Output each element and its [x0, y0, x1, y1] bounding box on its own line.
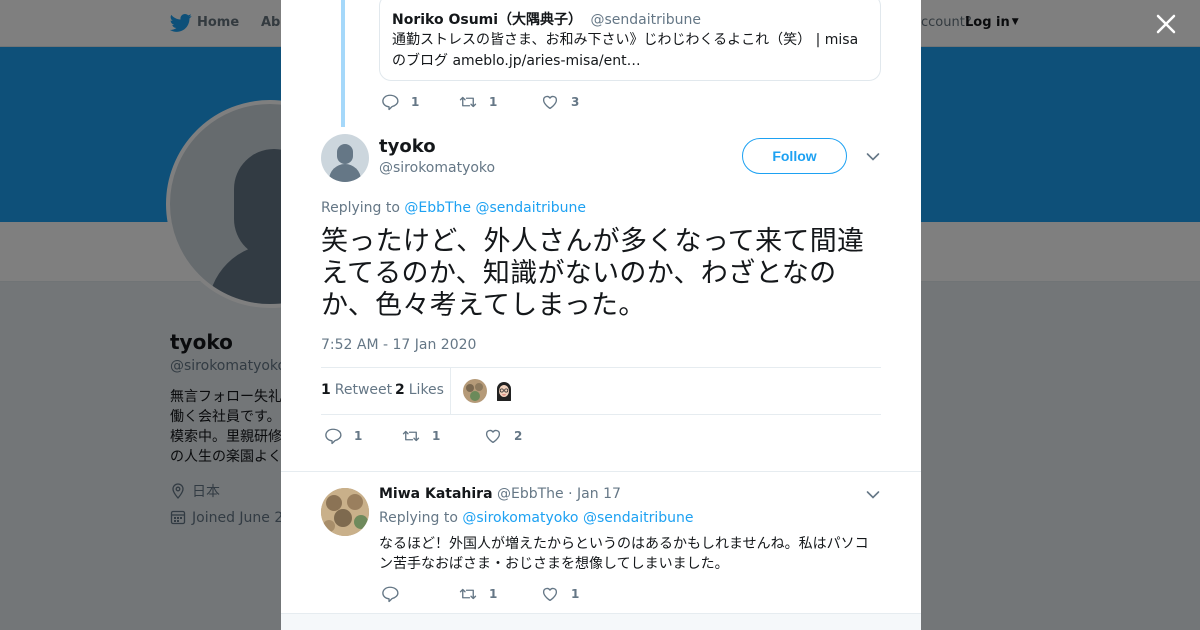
close-icon[interactable]: [1154, 12, 1178, 36]
tweet-timestamp[interactable]: 7:52 AM - 17 Jan 2020: [321, 337, 476, 353]
mention-link[interactable]: @EbbThe: [404, 200, 471, 216]
heart-icon: [542, 95, 558, 110]
quoted-tweet-card[interactable]: Noriko Osumi（大隅典子） @sendaitribune 通勤ストレス…: [379, 0, 881, 81]
retweet-count: 1: [432, 429, 441, 443]
author-name[interactable]: tyoko: [379, 136, 436, 157]
main-tweet-actions: 1 1 2: [324, 426, 546, 446]
liker-avatar[interactable]: [463, 379, 487, 403]
parent-tweet-actions: 1 1 3: [381, 92, 603, 112]
like-button[interactable]: 3: [541, 93, 579, 111]
liker-avatar[interactable]: [492, 379, 516, 403]
tweet-stats: 1 Retweet 2 Likes: [321, 367, 881, 415]
reply-replying-to: Replying to @sirokomatyoko @sendaitribun…: [379, 510, 693, 526]
quoted-tweet-author-name: Noriko Osumi（大隅典子）: [392, 12, 583, 28]
reply-icon: [382, 94, 399, 111]
reply-author-handle[interactable]: @EbbThe: [497, 486, 564, 502]
tweet-permalink-modal: Noriko Osumi（大隅典子） @sendaitribune 通勤ストレス…: [281, 0, 921, 630]
replies-divider: [281, 471, 921, 472]
author-avatar[interactable]: [321, 134, 369, 182]
author-handle[interactable]: @sirokomatyoko: [379, 160, 495, 176]
likes-stat-count: 2: [395, 382, 405, 398]
replying-to-label: Replying to: [321, 200, 400, 216]
replying-to-label: Replying to: [379, 510, 458, 526]
reply-icon: [382, 586, 399, 603]
likes-stat-label: Likes: [408, 382, 444, 398]
reply-icon: [325, 428, 342, 445]
likes-stat[interactable]: 2 Likes: [395, 382, 444, 398]
replying-to: Replying to @EbbThe @sendaitribune: [321, 200, 586, 216]
like-button[interactable]: 2: [484, 427, 522, 445]
reply-count: 1: [411, 95, 420, 109]
retweet-count: 1: [489, 587, 498, 601]
quoted-tweet-text: 通勤ストレスの皆さま、お和み下さい》じわじわくるよこれ（笑） | misaのブロ…: [392, 32, 859, 69]
like-count: 1: [571, 587, 580, 601]
quoted-tweet-author-handle: @sendaitribune: [590, 12, 702, 28]
chevron-down-icon[interactable]: [865, 149, 881, 165]
conversation-thread-line: [341, 0, 345, 127]
reply-header: Miwa Katahira @EbbThe · Jan 17: [379, 486, 621, 502]
reply-separator: ·: [568, 486, 573, 502]
stats-divider: [450, 368, 451, 414]
reply-count: 1: [354, 429, 363, 443]
retweet-stat-count: 1: [321, 382, 331, 398]
retweet-icon: [402, 430, 420, 442]
retweet-count: 1: [489, 95, 498, 109]
follow-button[interactable]: Follow: [742, 138, 847, 174]
chevron-down-icon[interactable]: [865, 487, 881, 503]
retweet-button[interactable]: 1: [459, 93, 517, 111]
heart-icon: [485, 429, 501, 444]
mention-link[interactable]: @sendaitribune: [476, 200, 587, 216]
modal-footer-strip: [281, 613, 921, 630]
mention-link[interactable]: @sirokomatyoko: [462, 510, 578, 526]
retweet-icon: [459, 588, 477, 600]
like-count: 3: [571, 95, 580, 109]
reply-date[interactable]: Jan 17: [577, 486, 621, 502]
retweet-button[interactable]: 1: [402, 427, 460, 445]
heart-icon: [542, 587, 558, 602]
reply-button[interactable]: 1: [324, 427, 378, 445]
reply-tweet-actions: 1 1: [381, 584, 603, 604]
retweet-button[interactable]: 1: [459, 585, 517, 603]
reply-author-avatar[interactable]: [321, 488, 369, 536]
reply-button[interactable]: 1: [381, 93, 435, 111]
retweet-stat[interactable]: 1 Retweet: [321, 382, 392, 398]
mention-link[interactable]: @sendaitribune: [583, 510, 694, 526]
reply-tweet-text: なるほど！外国人が増えたからというのはあるかもしれませんね。私はパソコン苦手なお…: [379, 536, 869, 572]
tweet-text: 笑ったけど、外人さんが多くなって来て間違えてるのか、知識がないのか、わざとなのか…: [321, 226, 865, 321]
retweet-icon: [459, 96, 477, 108]
reply-button[interactable]: [381, 585, 435, 603]
retweet-stat-label: Retweet: [334, 382, 393, 398]
reply-author-name[interactable]: Miwa Katahira: [379, 486, 493, 502]
like-count: 2: [514, 429, 523, 443]
like-button[interactable]: 1: [541, 585, 579, 603]
